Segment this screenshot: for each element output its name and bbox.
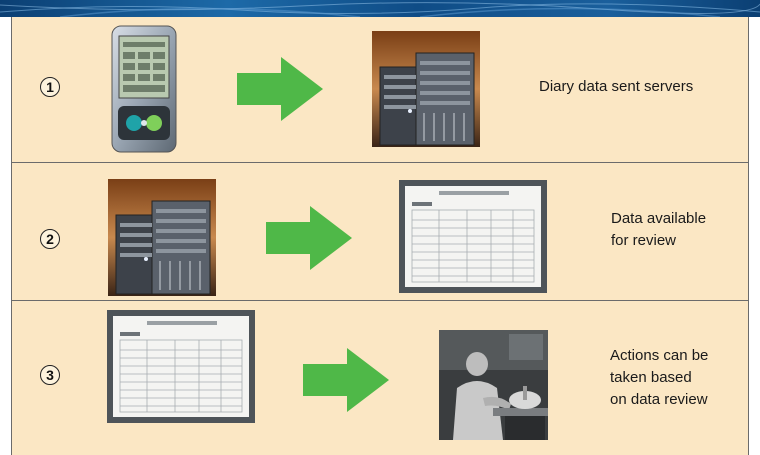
server-racks-image	[372, 31, 480, 152]
data-table-screen-image	[399, 180, 547, 298]
step-number-badge: 1	[40, 77, 60, 97]
flow-arrow	[303, 348, 389, 417]
workflow-step-2: 2 Data available for review	[12, 163, 748, 301]
step-number-badge: 3	[40, 365, 60, 385]
flow-arrow	[237, 57, 323, 126]
workflow-step-3: 3 Actions can be taken based on data rev…	[12, 301, 748, 455]
pda-image	[108, 24, 180, 161]
banner-pattern	[0, 2, 760, 17]
flow-arrow	[266, 206, 352, 275]
header-banner	[0, 0, 760, 17]
workflow-step-1: 1 Diary data sent servers	[12, 17, 748, 163]
caption-line: Actions can be	[610, 347, 709, 364]
caption-line: for review	[611, 232, 677, 249]
step-caption: Data available for review	[611, 208, 706, 252]
caption-line: Data available	[611, 210, 707, 227]
workflow-panel: 1 Diary data sent servers 2 Data availab…	[11, 17, 749, 455]
data-table-screen-image	[107, 310, 255, 428]
step-number-badge: 2	[40, 229, 60, 249]
step-caption: Actions can be taken based on data revie…	[610, 345, 708, 411]
caption-line: on data review	[610, 391, 708, 408]
step-caption: Diary data sent servers	[539, 76, 693, 98]
caption-line: Diary data sent servers	[539, 78, 694, 95]
server-racks-image	[108, 179, 216, 301]
person-reviewing-photo	[439, 330, 548, 445]
caption-line: taken based	[610, 369, 692, 386]
